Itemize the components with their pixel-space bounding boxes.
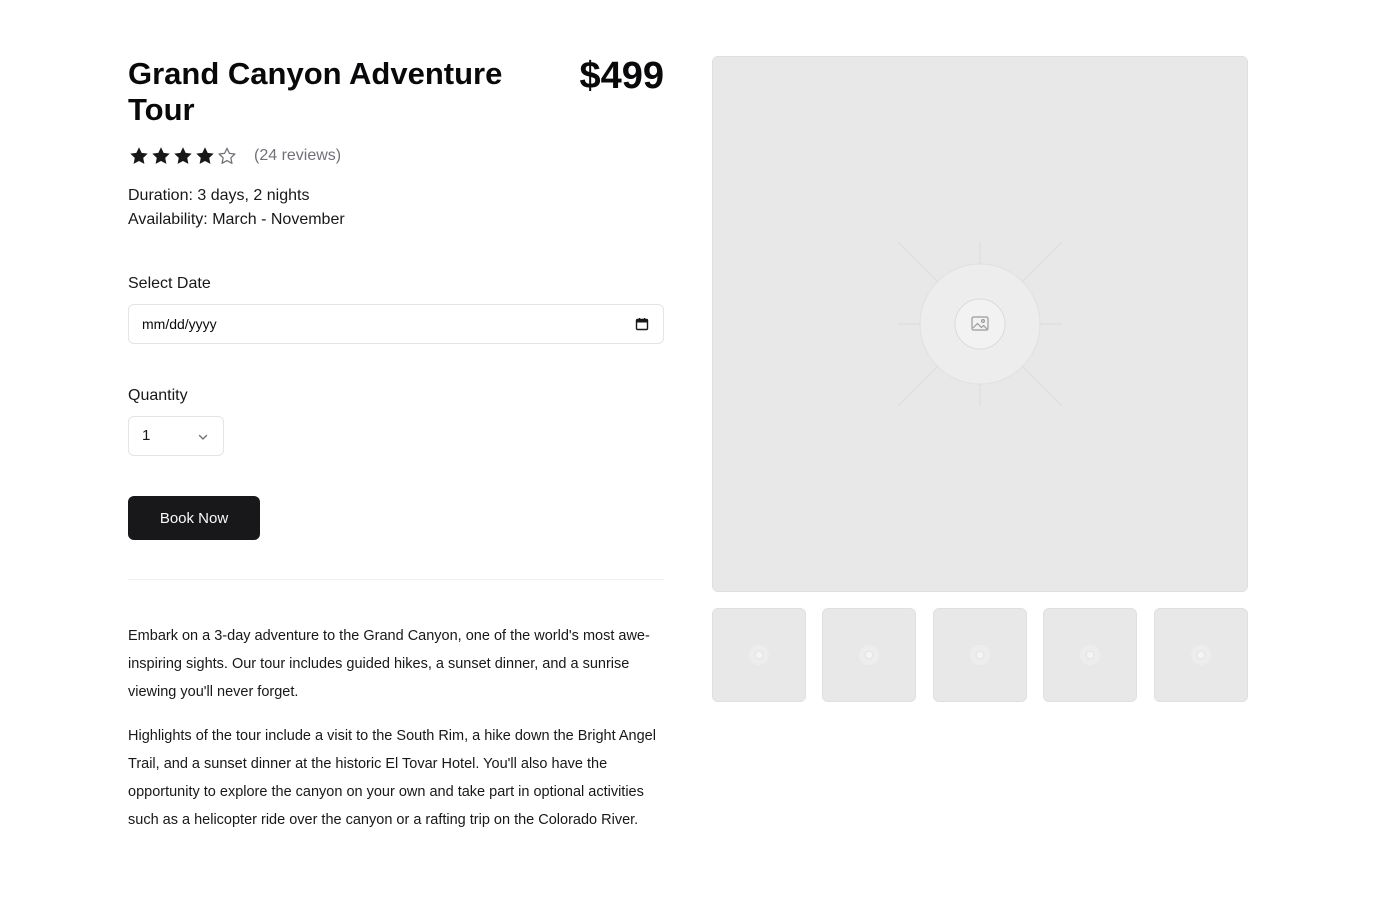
image-placeholder-icon	[897, 241, 1063, 407]
thumbnail-image[interactable]	[822, 608, 916, 702]
star-filled-icon	[150, 145, 172, 167]
thumbnail-image[interactable]	[712, 608, 806, 702]
product-header: Grand Canyon Adventure Tour $499	[128, 56, 664, 148]
image-placeholder-icon	[749, 645, 769, 665]
description-paragraph: Embark on a 3-day adventure to the Grand…	[128, 628, 650, 700]
image-placeholder-icon	[859, 645, 879, 665]
main-product-image[interactable]	[712, 56, 1248, 592]
divider	[128, 579, 664, 580]
description-paragraph: Highlights of the tour include a visit t…	[128, 728, 656, 828]
star-empty-icon	[216, 145, 238, 167]
image-placeholder-icon	[970, 645, 990, 665]
date-placeholder: mm/dd/yyyy	[142, 316, 217, 332]
star-filled-icon	[172, 145, 194, 167]
thumbnail-image[interactable]	[1043, 608, 1137, 702]
date-label: Select Date	[128, 275, 211, 292]
duration-text: Duration: 3 days, 2 nights	[128, 187, 310, 204]
calendar-icon[interactable]	[635, 317, 649, 331]
image-placeholder-icon	[1191, 645, 1211, 665]
book-now-button[interactable]: Book Now	[128, 496, 260, 540]
quantity-select[interactable]: 1	[128, 416, 224, 456]
star-filled-icon	[194, 145, 216, 167]
tour-description: Embark on a 3-day adventure to the Grand…	[128, 622, 664, 850]
date-input[interactable]: mm/dd/yyyy	[128, 304, 664, 344]
product-price: $499	[579, 55, 664, 97]
star-filled-icon	[128, 145, 150, 167]
product-details: Grand Canyon Adventure Tour $499 (24 rev…	[128, 56, 664, 828]
thumbnail-image[interactable]	[933, 608, 1027, 702]
product-title: Grand Canyon Adventure Tour	[128, 56, 503, 127]
chevron-down-icon	[197, 430, 209, 442]
star-rating: (24 reviews)	[128, 145, 341, 167]
tour-meta: Duration: 3 days, 2 nights Availability:…	[128, 184, 345, 232]
thumbnail-image[interactable]	[1154, 608, 1248, 702]
quantity-value: 1	[142, 427, 151, 444]
quantity-label: Quantity	[128, 387, 188, 404]
image-placeholder-icon	[1080, 645, 1100, 665]
review-count[interactable]: (24 reviews)	[254, 147, 341, 165]
availability-text: Availability: March - November	[128, 211, 345, 228]
